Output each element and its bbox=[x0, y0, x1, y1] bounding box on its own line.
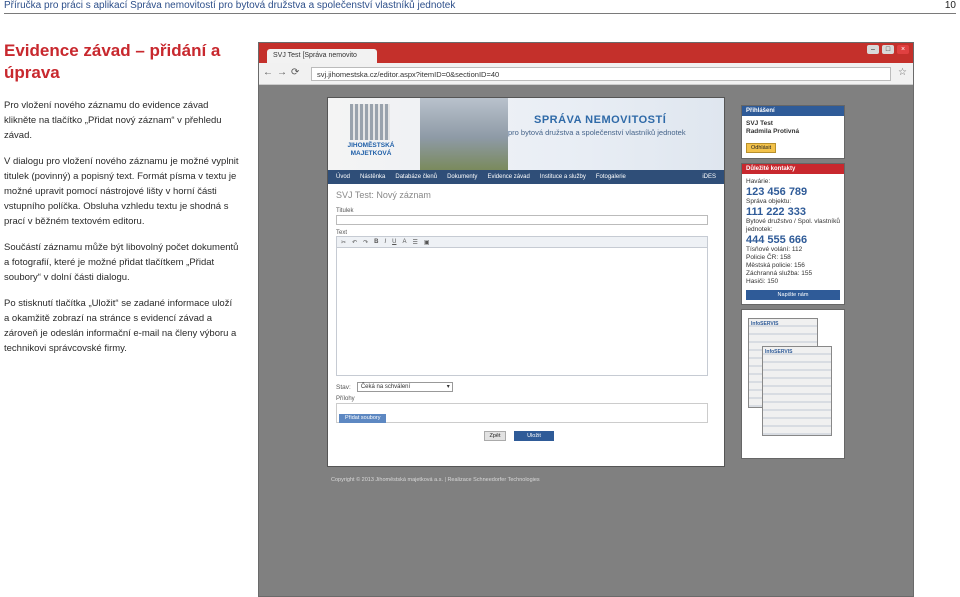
site-title: SPRÁVA NEMOVITOSTÍ bbox=[534, 114, 667, 126]
address-bar: ←→⟳ svj.jihomestska.cz/editor.aspx?itemI… bbox=[259, 63, 913, 85]
login-box: Přihlášení SVJ Test Radmila Protivná Odh… bbox=[741, 105, 845, 159]
druzstvo-label: Bytové družstvo / Spol. vlastníků jednot… bbox=[746, 218, 840, 233]
section-heading: Evidence závad – přidání a úprava bbox=[4, 40, 240, 84]
title-input[interactable] bbox=[336, 215, 708, 225]
minimize-icon[interactable]: – bbox=[867, 45, 879, 54]
login-user: Radmila Protivná bbox=[746, 128, 800, 135]
document-header-title: Příručka pro práci s aplikací Správa nem… bbox=[4, 0, 456, 11]
close-icon[interactable]: × bbox=[897, 45, 909, 54]
havarie-number: 123 456 789 bbox=[746, 186, 808, 198]
contact-line: Tísňové volání: 112 bbox=[746, 246, 803, 253]
page-viewport: JIHOMĚSTSKÁ MAJETKOVÁ SPRÁVA NEMOVITOSTÍ… bbox=[259, 85, 913, 596]
attachments-label: Přílohy bbox=[336, 396, 355, 402]
back-button[interactable]: Zpět bbox=[484, 431, 506, 441]
building-logo-icon bbox=[350, 104, 390, 140]
image-icon[interactable]: ▣ bbox=[424, 239, 430, 246]
browser-tab[interactable]: SVJ Test [Správa nemovito bbox=[267, 49, 377, 63]
text-editor[interactable] bbox=[336, 248, 708, 376]
forward-arrow-icon[interactable]: → bbox=[277, 67, 291, 78]
bold-icon[interactable]: B bbox=[374, 239, 378, 245]
url-input[interactable]: svj.jihomestska.cz/editor.aspx?itemID=0&… bbox=[311, 67, 891, 81]
contact-line: Hasiči: 150 bbox=[746, 278, 779, 285]
status-value: Čeká na schválení bbox=[360, 384, 411, 390]
list-icon[interactable]: ☰ bbox=[412, 239, 417, 246]
menu-item-databaze-clenu[interactable]: Databáze členů bbox=[395, 174, 437, 180]
newsletter-thumbnails: InfoSERVIS InfoSERVIS bbox=[741, 309, 845, 459]
copyright-text: Copyright © 2013 Jihoměstská majetková a… bbox=[331, 477, 540, 483]
druzstvo-number: 444 555 666 bbox=[746, 234, 808, 246]
document-header: Příručka pro práci s aplikací Správa nem… bbox=[4, 0, 956, 14]
status-row: Stav: Čeká na schválení ▾ bbox=[336, 382, 716, 392]
editor-toolbar: ✂ ↶ ↷ B I U A ☰ ▣ bbox=[336, 236, 708, 248]
menu-item-dokumenty[interactable]: Dokumenty bbox=[447, 174, 477, 180]
attachments-section: Přílohy Přidat soubory bbox=[336, 396, 716, 423]
paragraph-4: Po stisknutí tlačítka „Uložit“ se zadané… bbox=[4, 298, 237, 354]
havarie-label: Havárie: bbox=[746, 178, 771, 185]
contacts-box: Důležité kontakty Havárie: 123 456 789 S… bbox=[741, 163, 845, 305]
login-org: SVJ Test bbox=[746, 120, 773, 127]
site-banner: JIHOMĚSTSKÁ MAJETKOVÁ SPRÁVA NEMOVITOSTÍ… bbox=[328, 98, 724, 170]
sprava-label: Správa objektu: bbox=[746, 198, 792, 205]
status-select[interactable]: Čeká na schválení ▾ bbox=[356, 382, 453, 392]
menu-item-uvod[interactable]: Úvod bbox=[336, 174, 350, 180]
logout-button[interactable]: Odhlásit bbox=[746, 143, 777, 153]
menu-item-evidence-zavad[interactable]: Evidence závad bbox=[487, 174, 529, 180]
italic-icon[interactable]: I bbox=[384, 239, 386, 245]
redo-icon[interactable]: ↷ bbox=[363, 239, 368, 246]
paragraph-1: Pro vložení nového záznamu do evidence z… bbox=[4, 100, 222, 141]
screenshot-figure: SVJ Test [Správa nemovito – □ × ←→⟳ svj.… bbox=[258, 42, 914, 597]
site-logo[interactable]: JIHOMĚSTSKÁ MAJETKOVÁ bbox=[336, 104, 406, 164]
menu-item-fotogalerie[interactable]: Fotogalerie bbox=[596, 174, 626, 180]
contact-line: Městská policie: 156 bbox=[746, 262, 805, 269]
contact-line: Záchranná služba: 155 bbox=[746, 270, 813, 277]
sprava-number: 111 222 333 bbox=[746, 206, 806, 218]
undo-icon[interactable]: ↶ bbox=[352, 239, 357, 246]
logo-text: JIHOMĚSTSKÁ MAJETKOVÁ bbox=[347, 142, 395, 157]
paragraph-3: Součástí záznamu může být libovolný poče… bbox=[4, 242, 239, 283]
browser-titlebar: SVJ Test [Správa nemovito – □ × bbox=[259, 43, 913, 63]
form-title: SVJ Test: Nový záznam bbox=[336, 190, 431, 200]
paragraph-2: V dialogu pro vložení nového záznamu je … bbox=[4, 156, 239, 227]
main-menu: Úvod Nástěnka Databáze členů Dokumenty E… bbox=[328, 170, 724, 184]
underline-icon[interactable]: U bbox=[392, 239, 396, 245]
save-button[interactable]: Uložit bbox=[514, 431, 554, 441]
site-main: JIHOMĚSTSKÁ MAJETKOVÁ SPRÁVA NEMOVITOSTÍ… bbox=[327, 97, 725, 467]
reload-icon[interactable]: ⟳ bbox=[291, 67, 303, 78]
back-arrow-icon[interactable]: ← bbox=[263, 67, 277, 78]
write-us-button[interactable]: Napište nám bbox=[746, 290, 840, 300]
chevron-down-icon: ▾ bbox=[446, 384, 450, 390]
menu-item-nastenka[interactable]: Nástěnka bbox=[360, 174, 385, 180]
section-heading-line-2: úprava bbox=[4, 63, 60, 82]
attachments-box: Přidat soubory bbox=[336, 403, 708, 423]
page-number: 10 bbox=[944, 0, 956, 11]
contact-line: Policie ČR: 158 bbox=[746, 254, 791, 261]
instructions-column: Evidence závad – přidání a úprava Pro vl… bbox=[4, 40, 240, 367]
newsletter-name: InfoSERVIS bbox=[751, 321, 779, 327]
contacts-heading: Důležité kontakty bbox=[742, 164, 844, 174]
menu-item-instituce[interactable]: Instituce a služby bbox=[540, 174, 586, 180]
window-controls: – □ × bbox=[867, 45, 909, 54]
newsletter-thumb[interactable]: InfoSERVIS bbox=[762, 346, 832, 436]
form-buttons: Zpět Uložit bbox=[336, 431, 716, 441]
newsletter-name: InfoSERVIS bbox=[765, 349, 793, 355]
site-subtitle: pro bytová družstva a společenství vlast… bbox=[508, 128, 686, 137]
add-files-button[interactable]: Přidat soubory bbox=[339, 414, 387, 423]
title-label: Titulek bbox=[336, 208, 354, 214]
login-heading: Přihlášení bbox=[742, 106, 844, 116]
banner-photo bbox=[420, 98, 508, 170]
nav-icons: ←→⟳ bbox=[263, 67, 303, 78]
section-heading-line-1: Evidence závad – přidání a bbox=[4, 41, 221, 60]
bookmark-star-icon[interactable]: ☆ bbox=[898, 67, 907, 78]
maximize-icon[interactable]: □ bbox=[882, 45, 894, 54]
cut-icon[interactable]: ✂ bbox=[341, 239, 346, 246]
text-color-icon[interactable]: A bbox=[402, 239, 406, 245]
new-record-form: SVJ Test: Nový záznam Titulek Text ✂ ↶ ↷… bbox=[336, 190, 716, 441]
site-sidebar: Přihlášení SVJ Test Radmila Protivná Odh… bbox=[741, 105, 845, 459]
menu-item-ides[interactable]: iDES bbox=[702, 174, 716, 180]
status-label: Stav: bbox=[336, 383, 351, 391]
